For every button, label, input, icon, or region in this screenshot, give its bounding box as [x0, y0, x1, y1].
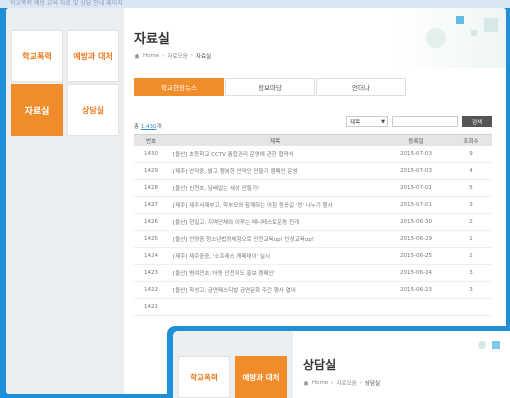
- top-strip: 학교폭력 예방 교육 자료 및 상담 안내 페이지: [0, 0, 510, 8]
- breadcrumb-separator: ›: [331, 380, 334, 386]
- table-header: 번호 제목 등록일 조회수: [134, 134, 492, 146]
- counseling-window-inner: 학교폭력 예방과 대처 상담실 Home › 자료모음 › 상담실: [173, 331, 510, 398]
- row-date: 2015-06-30: [400, 219, 432, 225]
- row-number: 1425: [144, 236, 158, 242]
- tab-school-news[interactable]: 학교현장뉴스: [134, 78, 224, 96]
- counseling-breadcrumb-current: 상담실: [364, 381, 381, 387]
- row-title[interactable]: [울산] 신천초, 담배없는 세상 만들기!: [168, 184, 382, 192]
- row-date: 2015-06-29: [400, 236, 432, 242]
- counseling-breadcrumb-section[interactable]: 자료모음: [336, 379, 356, 387]
- header-views: 조회수: [463, 138, 479, 145]
- total-count: 총 1,430개: [134, 122, 162, 130]
- breadcrumb-separator: ›: [162, 53, 165, 59]
- breadcrumb-separator: ›: [190, 53, 193, 59]
- row-date: 2015-07-03: [400, 151, 432, 157]
- row-number: 1426: [144, 219, 158, 225]
- table-row[interactable]: 1429 [제주] 안덕중, 밝고 행복한 안덕인 만들기 캠페인 운영 2015-…: [134, 163, 492, 180]
- search-input[interactable]: [392, 116, 458, 127]
- header-decoration: [396, 8, 506, 68]
- row-number: 1428: [144, 185, 158, 191]
- sidebar-tile-archive[interactable]: 자료실: [11, 84, 63, 136]
- row-views: 2: [469, 253, 473, 259]
- row-title[interactable]: [울산] 초등학교 CCTV 통합관리 운영에 관한 협약식: [168, 150, 382, 158]
- breadcrumb-section[interactable]: 자료모음: [167, 52, 187, 60]
- row-number: 1427: [144, 202, 158, 208]
- row-views: 1: [469, 236, 473, 242]
- board-table: 번호 제목 등록일 조회수 1430 [울산] 초등학교 CCTV 통합관리 운영…: [134, 134, 492, 316]
- search-field-value: 제목: [350, 119, 361, 126]
- row-title[interactable]: [제주] 안덕중, 밝고 행복한 안덕인 만들기 캠페인 운영: [168, 167, 382, 175]
- total-number: 1,430: [140, 124, 157, 130]
- search-bar: 제목 ▼ 검색: [346, 116, 492, 127]
- row-number: 1423: [144, 270, 158, 276]
- tab-undernar[interactable]: 언더나: [316, 78, 406, 96]
- chevron-down-icon: ▼: [381, 118, 385, 125]
- tab-info-plaza[interactable]: 정보마당: [225, 78, 315, 96]
- header-title: 제목: [269, 138, 281, 145]
- row-title[interactable]: [제주] 제주중중, '소프레스 캐페테이' 실시: [168, 252, 382, 260]
- row-number: 1422: [144, 287, 158, 293]
- row-number: 1429: [144, 168, 158, 174]
- table-row[interactable]: 1430 [울산] 초등학교 CCTV 통합관리 운영에 관한 협약식 2015-0…: [134, 146, 492, 163]
- total-prefix: 총: [134, 124, 140, 130]
- row-number: 1430: [144, 151, 158, 157]
- row-views: 4: [469, 168, 473, 174]
- table-row[interactable]: 1426 [울산] 현일고, 지역단체와 이루는 매니페스토운동 전개 2015-0…: [134, 214, 492, 231]
- home-icon: [303, 380, 309, 386]
- table-row[interactable]: 1424 [제주] 제주중중, '소프레스 캐페테이' 실시 2015-06-25 2: [134, 248, 492, 265]
- row-title[interactable]: [제주] 제주서재부고, 학부모와 함께하는 아침 등굣길 '정' 나누기 행사: [168, 201, 382, 209]
- table-row[interactable]: 1428 [울산] 신천초, 담배없는 세상 만들기! 2015-07-01 5: [134, 180, 492, 197]
- table-row[interactable]: 1421: [134, 299, 492, 316]
- table-row[interactable]: 1425 [울산] 언양중 청소년법정체험으로 안전교육up! 인성교육up! 20…: [134, 231, 492, 248]
- breadcrumb-current: 자료실: [195, 54, 212, 60]
- row-title[interactable]: [울산] 현일고, 지역단체와 이루는 매니페스토운동 전개: [168, 218, 382, 226]
- row-views: 9: [469, 151, 473, 157]
- header-date: 등록일: [408, 138, 424, 145]
- top-strip-text: 학교폭력 예방 교육 자료 및 상담 안내 페이지: [10, 0, 123, 7]
- counseling-tile-prevention[interactable]: 예방과 대처: [235, 356, 287, 398]
- row-date: 2015-07-03: [400, 168, 432, 174]
- row-number: 1421: [144, 304, 158, 310]
- counseling-breadcrumb: Home › 자료모음 › 상담실: [303, 379, 380, 387]
- counseling-sidebar: 학교폭력 예방과 대처: [173, 331, 293, 398]
- breadcrumb-separator: ›: [359, 380, 362, 386]
- tab-bar: 학교현장뉴스 정보마당 언더나: [134, 78, 407, 96]
- table-row[interactable]: 1422 [울산] 학성고, 금연페스티벌 금연문화 주간 행사 열어 2015-0…: [134, 282, 492, 299]
- row-date: 2015-06-23: [400, 287, 432, 293]
- row-date: 2015-06-24: [400, 270, 432, 276]
- sidebar: 학교폭력 예방과 대처 자료실 상담실: [6, 8, 124, 394]
- table-row[interactable]: 1423 [울산] 병여전초,'아동 안전지도 홍보 캠페인' 2015-06-24…: [134, 265, 492, 282]
- row-views: 2: [469, 219, 473, 225]
- counseling-title: 상담실: [303, 358, 337, 372]
- row-date: 2015-07-01: [400, 185, 432, 191]
- sidebar-tile-counseling[interactable]: 상담실: [67, 84, 119, 136]
- row-date: 2015-07-01: [400, 202, 432, 208]
- sidebar-tile-school-violence[interactable]: 학교폭력: [11, 30, 63, 82]
- page-title: 자료실: [134, 32, 170, 47]
- row-views: 3: [469, 270, 473, 276]
- search-button[interactable]: 검색: [462, 116, 492, 127]
- counseling-tile-school-violence[interactable]: 학교폭력: [178, 356, 230, 398]
- row-views: 3: [469, 202, 473, 208]
- decoration-graphic: [478, 341, 500, 349]
- counseling-window: 학교폭력 예방과 대처 상담실 Home › 자료모음 › 상담실: [167, 326, 510, 398]
- row-number: 1424: [144, 253, 158, 259]
- row-title[interactable]: [울산] 병여전초,'아동 안전지도 홍보 캠페인': [168, 269, 382, 277]
- decoration-graphic: [426, 16, 498, 48]
- search-field-select[interactable]: 제목 ▼: [346, 116, 388, 127]
- sidebar-tile-prevention[interactable]: 예방과 대처: [67, 30, 119, 82]
- header-number: 번호: [145, 138, 157, 145]
- home-icon: [134, 53, 140, 59]
- row-views: 5: [469, 185, 473, 191]
- row-title[interactable]: [울산] 학성고, 금연페스티벌 금연문화 주간 행사 열어: [168, 286, 382, 294]
- counseling-breadcrumb-home[interactable]: Home: [312, 380, 328, 386]
- breadcrumb-home[interactable]: Home: [143, 53, 159, 59]
- breadcrumb: Home › 자료모음 › 자료실: [134, 52, 211, 60]
- row-date: 2015-06-25: [400, 253, 432, 259]
- table-row[interactable]: 1427 [제주] 제주서재부고, 학부모와 함께하는 아침 등굣길 '정' 나누…: [134, 197, 492, 214]
- row-views: 3: [469, 287, 473, 293]
- row-title[interactable]: [울산] 언양중 청소년법정체험으로 안전교육up! 인성교육up!: [168, 235, 382, 243]
- total-suffix: 개: [156, 124, 162, 130]
